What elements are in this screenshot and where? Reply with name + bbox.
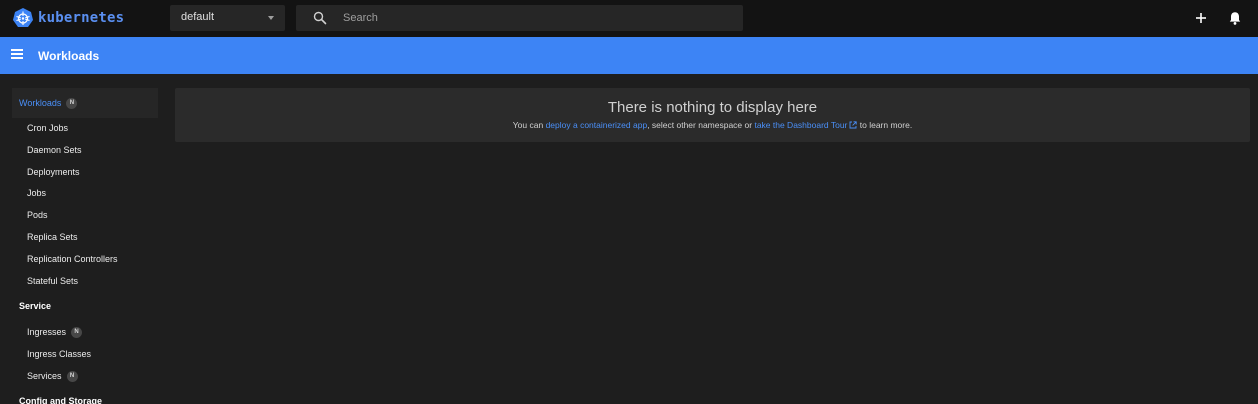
sidebar-nav: Workloads N Cron Jobs Daemon Sets Deploy… bbox=[0, 74, 165, 404]
sidebar-item-label: Pods bbox=[27, 210, 48, 220]
sidebar-item-label: Cron Jobs bbox=[27, 123, 69, 133]
sidebar-section-config-and-storage[interactable]: Config and Storage bbox=[12, 386, 158, 404]
empty-state-suffix: to learn more. bbox=[857, 120, 913, 130]
sidebar-item-ingresses[interactable]: Ingresses N bbox=[27, 325, 83, 339]
namespaced-badge: N bbox=[66, 97, 78, 109]
page-header: Workloads bbox=[0, 37, 1258, 74]
deploy-app-link[interactable]: deploy a containerized app bbox=[546, 120, 648, 130]
dashboard-tour-label: take the Dashboard Tour bbox=[754, 120, 848, 130]
sidebar-section-label: Workloads bbox=[19, 98, 62, 108]
sidebar-item-label: Replica Sets bbox=[27, 232, 78, 242]
sidebar-section-workloads[interactable]: Workloads N bbox=[12, 88, 158, 118]
sidebar-item-label: Daemon Sets bbox=[27, 145, 82, 155]
sidebar-item-label: Stateful Sets bbox=[27, 276, 79, 286]
dashboard-tour-link[interactable]: take the Dashboard Tour bbox=[754, 120, 858, 130]
namespaced-badge: N bbox=[66, 370, 78, 382]
sidebar-item-stateful-sets[interactable]: Stateful Sets bbox=[27, 274, 78, 288]
sidebar-item-cron-jobs[interactable]: Cron Jobs bbox=[27, 121, 68, 135]
sidebar-section-service[interactable]: Service bbox=[12, 291, 158, 321]
dropdown-arrow-icon bbox=[268, 16, 274, 20]
namespaced-badge: N bbox=[71, 326, 83, 338]
sidebar-item-services[interactable]: Services N bbox=[27, 369, 78, 383]
search-input[interactable] bbox=[343, 5, 733, 31]
empty-state-prefix: You can bbox=[512, 120, 546, 130]
sidebar-item-deployments[interactable]: Deployments bbox=[27, 165, 80, 179]
kubernetes-helm-icon bbox=[13, 8, 33, 27]
empty-state-middle: , select other namespace or bbox=[647, 120, 755, 130]
top-toolbar: kubernetes default bbox=[0, 0, 1258, 37]
search-icon bbox=[313, 11, 327, 25]
namespace-value: default bbox=[181, 11, 215, 23]
sidebar-item-daemon-sets[interactable]: Daemon Sets bbox=[27, 143, 82, 157]
sidebar-item-label: Replication Controllers bbox=[27, 254, 118, 264]
sidebar-item-jobs[interactable]: Jobs bbox=[27, 186, 46, 200]
brand-logo-link[interactable]: kubernetes bbox=[12, 6, 124, 30]
hamburger-menu-icon[interactable] bbox=[11, 49, 25, 61]
empty-state-message: You can deploy a containerized app, sele… bbox=[175, 120, 1250, 130]
sidebar-item-replica-sets[interactable]: Replica Sets bbox=[27, 230, 78, 244]
sidebar-item-ingress-classes[interactable]: Ingress Classes bbox=[27, 347, 91, 361]
namespace-selector[interactable]: default bbox=[170, 5, 285, 31]
sidebar-item-label: Deployments bbox=[27, 167, 80, 177]
search-bar bbox=[296, 5, 743, 31]
empty-state-card: There is nothing to display here You can… bbox=[175, 88, 1250, 142]
sidebar-item-replication-controllers[interactable]: Replication Controllers bbox=[27, 252, 118, 266]
sidebar-item-label: Ingresses bbox=[27, 327, 67, 337]
empty-state-title: There is nothing to display here bbox=[607, 99, 818, 116]
page-title: Workloads bbox=[38, 49, 100, 63]
sidebar-section-label: Service bbox=[19, 301, 52, 311]
brand-name: kubernetes bbox=[38, 10, 125, 26]
plus-icon[interactable] bbox=[1192, 9, 1210, 27]
sidebar-item-label: Ingress Classes bbox=[27, 349, 92, 359]
sidebar-item-label: Jobs bbox=[27, 188, 47, 198]
sidebar-item-label: Services bbox=[27, 371, 62, 381]
sidebar-section-label: Config and Storage bbox=[19, 396, 102, 404]
bell-icon[interactable] bbox=[1226, 9, 1244, 27]
sidebar-item-pods[interactable]: Pods bbox=[27, 208, 48, 222]
